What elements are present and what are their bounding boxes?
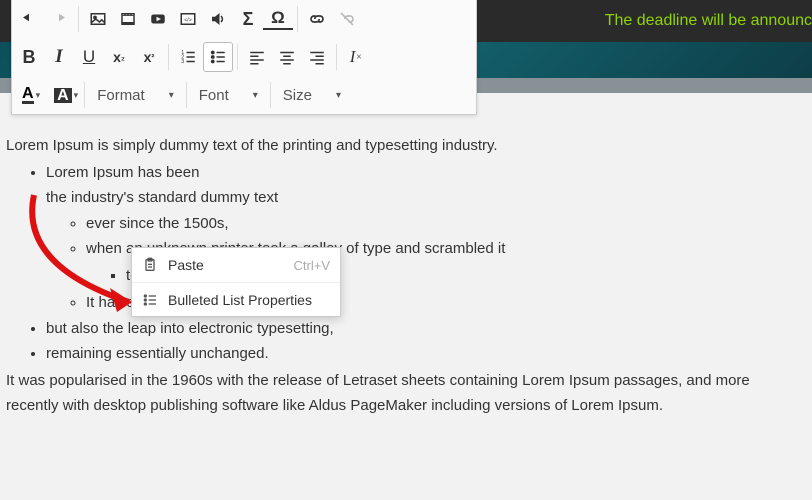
- list-item: Lorem Ipsum has been: [46, 161, 806, 186]
- bulleted-list-button[interactable]: [203, 42, 233, 72]
- align-left-button[interactable]: [242, 42, 272, 72]
- bulleted-list-icon: [140, 290, 160, 310]
- remove-format-button[interactable]: I×: [341, 42, 371, 72]
- align-center-button[interactable]: [272, 42, 302, 72]
- separator: [84, 82, 85, 108]
- numbered-list-button[interactable]: 123: [173, 42, 203, 72]
- context-menu-label: Bulleted List Properties: [168, 292, 330, 308]
- text-color-button[interactable]: A▾: [20, 86, 42, 104]
- film-button[interactable]: [113, 4, 143, 34]
- editor-toolbar: </> Σ Ω B I U x₂ x² 123 I× A▾ A▾ Format: [11, 0, 477, 115]
- svg-text:</>: </>: [184, 17, 192, 23]
- audio-button[interactable]: [203, 4, 233, 34]
- size-combo[interactable]: Size ▾: [275, 80, 349, 110]
- context-menu-shortcut: Ctrl+V: [294, 258, 330, 273]
- paragraph: It was popularised in the 1960s with the…: [6, 369, 806, 419]
- separator: [237, 44, 238, 70]
- bullet-list: Lorem Ipsum has been the industry's stan…: [6, 161, 806, 367]
- paste-icon: [140, 255, 160, 275]
- chevron-down-icon: ▾: [336, 90, 341, 101]
- context-menu-label: Paste: [168, 257, 294, 273]
- toolbar-row-2: B I U x₂ x² 123 I×: [12, 38, 476, 76]
- toolbar-row-1: </> Σ Ω: [12, 0, 476, 38]
- align-right-button[interactable]: [302, 42, 332, 72]
- paragraph: Lorem Ipsum is simply dummy text of the …: [6, 134, 806, 159]
- format-combo-label: Format: [97, 87, 145, 104]
- special-char-omega-button[interactable]: Ω: [263, 8, 293, 30]
- size-combo-label: Size: [283, 87, 312, 104]
- separator: [297, 6, 298, 32]
- font-combo-label: Font: [199, 87, 229, 104]
- context-menu: Paste Ctrl+V Bulleted List Properties: [131, 247, 341, 317]
- list-item: but also the leap into electronic typese…: [46, 317, 806, 342]
- font-combo[interactable]: Font ▾: [191, 80, 266, 110]
- separator: [270, 82, 271, 108]
- separator: [336, 44, 337, 70]
- separator: [168, 44, 169, 70]
- list-item: ever since the 1500s,: [86, 212, 806, 237]
- format-combo[interactable]: Format ▾: [89, 80, 182, 110]
- chevron-down-icon: ▾: [253, 90, 258, 101]
- chevron-down-icon: ▾: [169, 90, 174, 101]
- unlink-button[interactable]: [332, 4, 362, 34]
- underline-button[interactable]: U: [74, 42, 104, 72]
- toolbar-row-3: A▾ A▾ Format ▾ Font ▾ Size ▾: [12, 76, 476, 114]
- background-color-button[interactable]: A▾: [52, 88, 80, 103]
- superscript-button[interactable]: x²: [134, 42, 164, 72]
- iframe-button[interactable]: </>: [173, 4, 203, 34]
- announcement-text: The deadline will be announc: [605, 12, 812, 30]
- undo-button[interactable]: [14, 4, 44, 34]
- separator: [186, 82, 187, 108]
- youtube-button[interactable]: [143, 4, 173, 34]
- link-button[interactable]: [302, 4, 332, 34]
- svg-text:3: 3: [181, 59, 184, 65]
- math-sigma-button[interactable]: Σ: [233, 4, 263, 34]
- editor-content[interactable]: Lorem Ipsum is simply dummy text of the …: [0, 134, 812, 500]
- separator: [78, 6, 79, 32]
- italic-button[interactable]: I: [44, 42, 74, 72]
- image-button[interactable]: [83, 4, 113, 34]
- redo-button[interactable]: [44, 4, 74, 34]
- context-menu-paste[interactable]: Paste Ctrl+V: [132, 248, 340, 282]
- subscript-button[interactable]: x₂: [104, 42, 134, 72]
- bold-button[interactable]: B: [14, 42, 44, 72]
- list-item: remaining essentially unchanged.: [46, 342, 806, 367]
- context-menu-bulleted-list-properties[interactable]: Bulleted List Properties: [132, 282, 340, 316]
